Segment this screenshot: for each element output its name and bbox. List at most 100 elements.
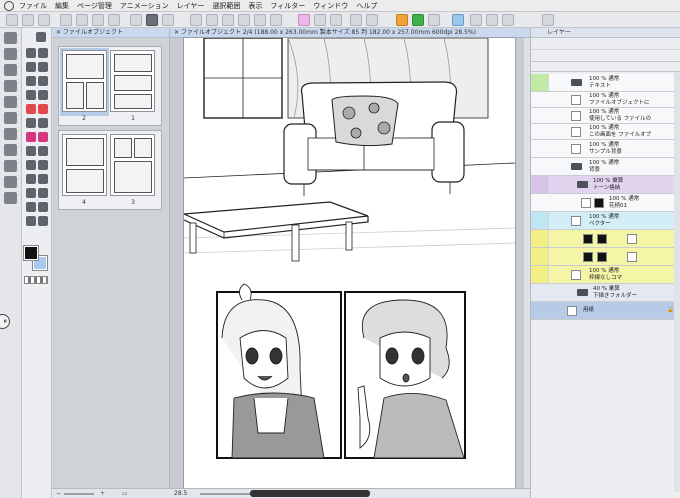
layer-row-panel[interactable] bbox=[531, 248, 680, 266]
gradient-icon[interactable] bbox=[26, 118, 36, 128]
figure-tool-icon[interactable] bbox=[4, 192, 17, 204]
hand-icon[interactable] bbox=[350, 14, 362, 26]
menu-filter[interactable]: フィルター bbox=[270, 1, 305, 11]
transparent-color-swatch[interactable] bbox=[24, 276, 48, 284]
canvas-tab[interactable]: ✕ ファイルオブジェクト 2/4 (188.00 x 263.00mm 製本サイ… bbox=[170, 28, 530, 38]
lock-toggle[interactable] bbox=[540, 176, 549, 193]
text-tool-icon[interactable] bbox=[26, 146, 36, 156]
eraser-icon[interactable] bbox=[38, 90, 48, 100]
canvas-horizontal-scrollbar[interactable] bbox=[250, 490, 370, 497]
menu-selection[interactable]: 選択範囲 bbox=[212, 1, 240, 11]
lock-toggle[interactable] bbox=[540, 248, 549, 265]
smudge-icon[interactable] bbox=[38, 202, 48, 212]
blend-icon[interactable] bbox=[26, 90, 36, 100]
hand-tool-icon[interactable] bbox=[26, 188, 36, 198]
menu-layer[interactable]: レイヤー bbox=[177, 1, 205, 11]
grid-icon[interactable] bbox=[190, 14, 202, 26]
magic-wand-icon[interactable] bbox=[38, 48, 48, 58]
menu-file[interactable]: ファイル bbox=[19, 1, 47, 11]
eraser-tool-icon[interactable] bbox=[4, 144, 17, 156]
menu-page[interactable]: ページ管理 bbox=[77, 1, 112, 11]
layer-panel-tab[interactable]: レイヤー bbox=[531, 28, 680, 38]
magenta-swatch-icon[interactable] bbox=[26, 132, 36, 142]
invert-selection-icon[interactable] bbox=[162, 14, 174, 26]
balloon-icon[interactable] bbox=[38, 132, 48, 142]
lock-toggle[interactable] bbox=[540, 230, 549, 247]
operation-tool-icon[interactable] bbox=[4, 64, 17, 76]
deselect-icon[interactable] bbox=[146, 14, 158, 26]
share-icon[interactable] bbox=[428, 14, 440, 26]
layer-row-borderless-panel[interactable]: 100 % 通常 枠線なしコマ bbox=[531, 266, 680, 284]
layer-row-flower-pattern[interactable]: 100 % 通常 花柄01 bbox=[531, 194, 680, 212]
transparent-mode-icon[interactable] bbox=[314, 14, 326, 26]
layer-row-paper[interactable]: 用紙 🔒 bbox=[531, 302, 680, 320]
page-thumbnail-1[interactable] bbox=[110, 50, 155, 112]
layer-commands-row[interactable] bbox=[531, 50, 680, 62]
snap-ruler-icon[interactable] bbox=[222, 14, 234, 26]
save-icon[interactable] bbox=[38, 14, 50, 26]
clear-icon[interactable] bbox=[92, 14, 104, 26]
app-logo-icon[interactable] bbox=[4, 0, 14, 11]
lock-toggle[interactable] bbox=[540, 212, 549, 229]
layer-lock-row[interactable] bbox=[531, 62, 680, 72]
visibility-toggle[interactable] bbox=[531, 266, 540, 283]
new-file-icon[interactable] bbox=[6, 14, 18, 26]
pen-stroke-icon[interactable] bbox=[26, 202, 36, 212]
decoration-icon[interactable] bbox=[38, 76, 48, 86]
menu-window[interactable]: ウィンドウ bbox=[313, 1, 348, 11]
perspective-icon[interactable] bbox=[26, 174, 36, 184]
line-correction-icon[interactable] bbox=[26, 160, 36, 170]
transform-icon[interactable] bbox=[130, 14, 142, 26]
vector-icon[interactable] bbox=[502, 14, 514, 26]
eyedropper-tool-icon[interactable] bbox=[4, 96, 17, 108]
brush-tool-icon[interactable] bbox=[4, 128, 17, 140]
window-menu-icon[interactable] bbox=[542, 14, 554, 26]
zoom-out-icon[interactable]: − bbox=[56, 490, 61, 497]
fill-icon[interactable] bbox=[108, 14, 120, 26]
layer-row[interactable]: 100 % 通常 この画面を ファイルオブ bbox=[531, 124, 680, 140]
layer-row-sketch-folder[interactable]: 40 % 乗算 下描きフォルダー bbox=[531, 284, 680, 302]
open-file-icon[interactable] bbox=[22, 14, 34, 26]
fill-tool-icon[interactable] bbox=[4, 160, 17, 172]
page-thumbnail-4[interactable] bbox=[62, 134, 107, 196]
snap-perspective-icon[interactable] bbox=[254, 14, 266, 26]
manga-page[interactable] bbox=[184, 38, 515, 490]
lasso-icon[interactable] bbox=[26, 48, 36, 58]
menu-animation[interactable]: アニメーション bbox=[120, 1, 169, 11]
layer-row-vector[interactable]: 100 % 通常 ベクター bbox=[531, 212, 680, 230]
snap-grid-icon[interactable] bbox=[238, 14, 250, 26]
3d-icon[interactable] bbox=[38, 174, 48, 184]
frame-icon[interactable] bbox=[38, 118, 48, 128]
menu-view[interactable]: 表示 bbox=[248, 1, 262, 11]
visibility-toggle[interactable] bbox=[531, 248, 540, 265]
layer-row-background-folder[interactable]: 100 % 通常 背景 bbox=[531, 158, 680, 176]
visibility-toggle[interactable] bbox=[531, 74, 540, 91]
undo-icon[interactable] bbox=[60, 14, 72, 26]
stroke-icon[interactable] bbox=[470, 14, 482, 26]
pencil-icon[interactable] bbox=[36, 32, 46, 42]
color-mode-icon[interactable] bbox=[298, 14, 310, 26]
layer-scrollbar[interactable] bbox=[674, 72, 680, 492]
page-manager-tab[interactable]: ✕ ファイルオブジェクト bbox=[52, 28, 169, 38]
redo-icon[interactable] bbox=[76, 14, 88, 26]
menu-edit[interactable]: 編集 bbox=[55, 1, 69, 11]
ruler-tool-icon[interactable] bbox=[38, 160, 48, 170]
pen-tool-icon[interactable] bbox=[4, 112, 17, 124]
lock-toggle[interactable] bbox=[540, 74, 549, 91]
layer-row-panel[interactable] bbox=[531, 230, 680, 248]
companion-mode-icon[interactable] bbox=[396, 14, 408, 26]
rotate-tool-icon[interactable] bbox=[38, 188, 48, 198]
menu-help[interactable]: ヘルプ bbox=[356, 1, 377, 11]
layer-row[interactable]: 100 % 通常 使用している ファイルの bbox=[531, 108, 680, 124]
visibility-toggle[interactable] bbox=[531, 176, 540, 193]
layer-row[interactable]: 100 % 通常 ファイルオブジェクトに bbox=[531, 92, 680, 108]
layer-blend-row[interactable] bbox=[531, 38, 680, 50]
gradient-tool-icon[interactable] bbox=[4, 176, 17, 188]
page-view-icon[interactable]: ▭ bbox=[122, 490, 128, 497]
zoom-in-icon[interactable]: + bbox=[100, 490, 105, 497]
main-color-swatch[interactable] bbox=[23, 245, 39, 261]
layer-row-sample-background[interactable]: 100 % 通常 サンプル背景 bbox=[531, 140, 680, 158]
page-thumbnail-2[interactable] bbox=[62, 50, 107, 112]
shape-icon[interactable] bbox=[366, 14, 378, 26]
zoom-tool-icon[interactable] bbox=[4, 32, 17, 44]
